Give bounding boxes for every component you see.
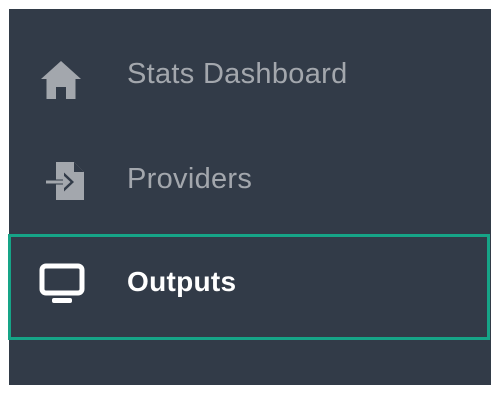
desktop-monitor-icon <box>39 263 85 303</box>
sidebar-item-stats-dashboard[interactable]: Stats Dashboard <box>9 37 491 119</box>
sidebar-item-label: Providers <box>127 163 253 195</box>
sidebar-item-label: Stats Dashboard <box>127 58 348 90</box>
sidebar-item-label: Outputs <box>127 266 237 297</box>
sidebar-item-outputs[interactable]: Outputs <box>8 234 490 340</box>
sidebar: Stats Dashboard Providers Outputs <box>8 9 491 385</box>
sidebar-item-providers[interactable]: Providers <box>9 141 491 223</box>
file-import-icon <box>44 162 84 200</box>
home-icon <box>41 61 81 99</box>
